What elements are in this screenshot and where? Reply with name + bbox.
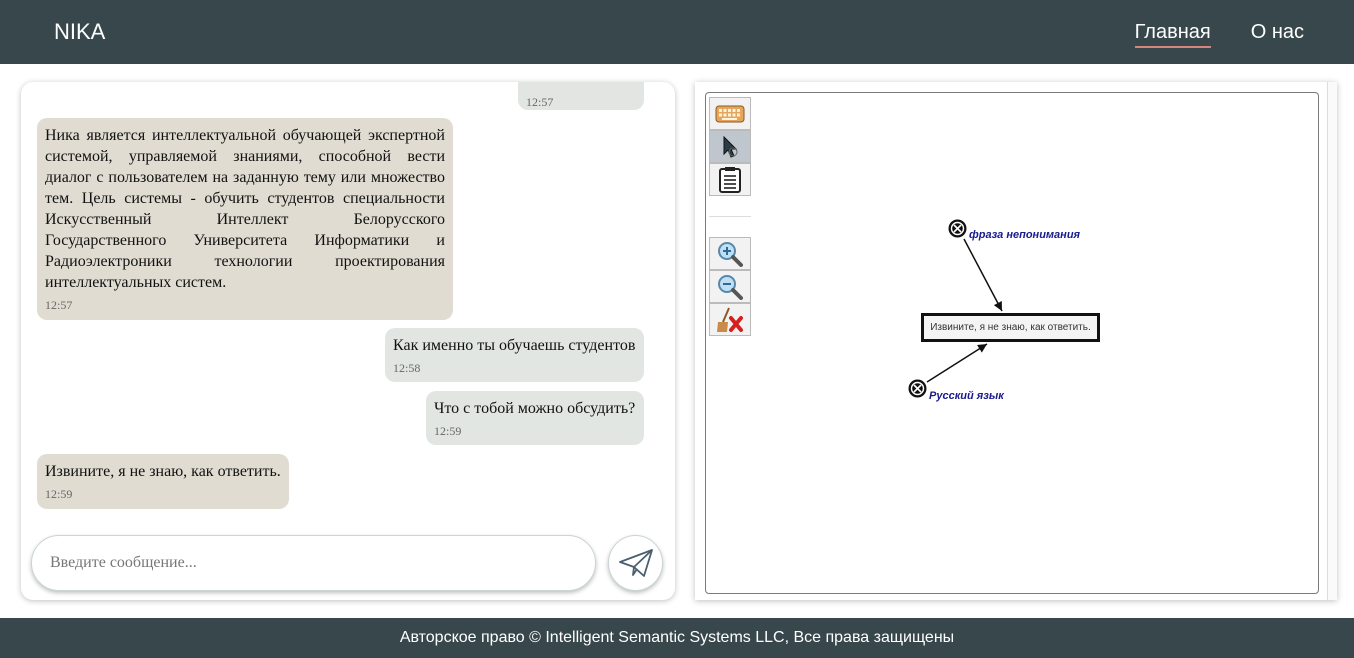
message-text: Как именно ты обучаешь студентов xyxy=(393,337,636,354)
send-button[interactable] xyxy=(608,535,663,591)
message-text: Извините, я не знаю, как ответить. xyxy=(45,463,281,480)
graph-node-label[interactable]: фраза непонимания xyxy=(969,229,1080,241)
brand-logo[interactable]: NIKA xyxy=(54,19,105,45)
message-time: 12:57 xyxy=(45,298,73,312)
graph-node-answer[interactable]: Извините, я не знаю, как ответить. xyxy=(921,313,1100,342)
nav-about-link[interactable]: О нас xyxy=(1251,21,1304,48)
node-error-icon xyxy=(948,219,967,238)
semantic-graph-panel: фраза непонимания Извините, я не знаю, к… xyxy=(695,82,1337,600)
node-error-icon xyxy=(908,379,927,398)
message-user: 12:57 xyxy=(518,82,644,110)
chat-panel: 12:57 Ника является интеллектуальной обу… xyxy=(21,82,675,600)
message-bot: Ника является интеллектуальной обучающей… xyxy=(37,118,453,320)
graph-canvas[interactable]: фраза непонимания Извините, я не знаю, к… xyxy=(705,92,1319,594)
graph-scrollbar[interactable] xyxy=(1327,82,1337,600)
message-time: 12:59 xyxy=(434,424,462,438)
message-user: Как именно ты обучаешь студентов 12:58 xyxy=(385,328,644,382)
message-user: Что с тобой можно обсудить? 12:59 xyxy=(426,391,644,445)
message-list[interactable]: 12:57 Ника является интеллектуальной обу… xyxy=(21,82,675,522)
graph-edges xyxy=(926,238,1003,383)
message-text: Ника является интеллектуальной обучающей… xyxy=(45,127,445,291)
nav-home-link[interactable]: Главная xyxy=(1134,21,1211,48)
message-input-wrapper xyxy=(31,535,596,591)
graph-node-label[interactable]: Русский язык xyxy=(929,390,1004,402)
message-time: 12:57 xyxy=(526,95,554,109)
message-input[interactable] xyxy=(50,550,580,576)
message-time: 12:59 xyxy=(45,487,73,501)
message-time: 12:58 xyxy=(393,361,421,375)
footer: Авторское право © Intelligent Semantic S… xyxy=(0,618,1354,658)
paper-plane-icon xyxy=(618,549,653,577)
top-navbar: NIKA Главная О нас xyxy=(0,0,1354,64)
main-nav: Главная О нас xyxy=(1134,21,1304,48)
message-text: Что с тобой можно обсудить? xyxy=(434,400,636,417)
message-bot: Извините, я не знаю, как ответить. 12:59 xyxy=(37,454,289,509)
